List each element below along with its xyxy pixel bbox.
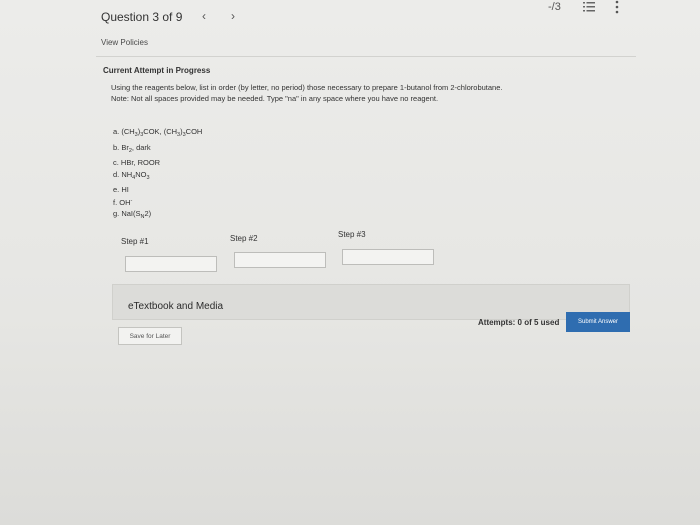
question-instructions: Using the reagents below, list in order … [111,82,581,104]
etextbook-media-link[interactable]: eTextbook and Media [128,301,223,312]
question-title: Question 3 of 9 [101,10,183,24]
next-question-icon[interactable]: › [231,9,235,23]
step-2-input[interactable] [234,252,326,268]
submit-answer-button[interactable]: Submit Answer [566,312,630,332]
top-bar: Question 3 of 9 ‹ › -/3 [0,0,700,34]
instructions-line-2: Note: Not all spaces provided may be nee… [111,94,439,103]
list-icon[interactable] [583,1,595,13]
previous-question-icon[interactable]: ‹ [202,9,206,23]
attempts-counter: Attempts: 0 of 5 used [478,318,560,327]
view-policies-link[interactable]: View Policies [101,38,148,47]
instructions-line-1: Using the reagents below, list in order … [111,83,503,92]
divider [96,56,636,57]
score-display: -/3 [548,1,561,13]
reagent-f: f. OH- [113,197,133,207]
reagent-b: b. Br2, dark [113,142,151,154]
reagent-e: e. HI [113,185,129,194]
reagent-d: d. NH4NO3 [113,169,150,181]
page: Question 3 of 9 ‹ › -/3 View Policies Cu… [0,0,700,525]
step-3-input[interactable] [342,249,434,265]
reagent-list: a. (CH3)3COK, (CH3)3COH b. Br2, dark c. … [113,126,202,224]
step-3-label: Step #3 [338,230,366,239]
reagent-c: c. HBr, ROOR [113,158,161,167]
step-2-label: Step #2 [230,234,258,243]
current-attempt-heading: Current Attempt in Progress [103,66,211,75]
step-1-label: Step #1 [121,237,149,246]
reagent-a: a. (CH3)3COK, (CH3)3COH [113,127,203,138]
more-vertical-icon[interactable] [614,0,620,14]
save-for-later-button[interactable]: Save for Later [118,327,182,345]
step-1-input[interactable] [125,256,217,272]
reagent-g: g. NaI(SN2) [113,209,152,220]
